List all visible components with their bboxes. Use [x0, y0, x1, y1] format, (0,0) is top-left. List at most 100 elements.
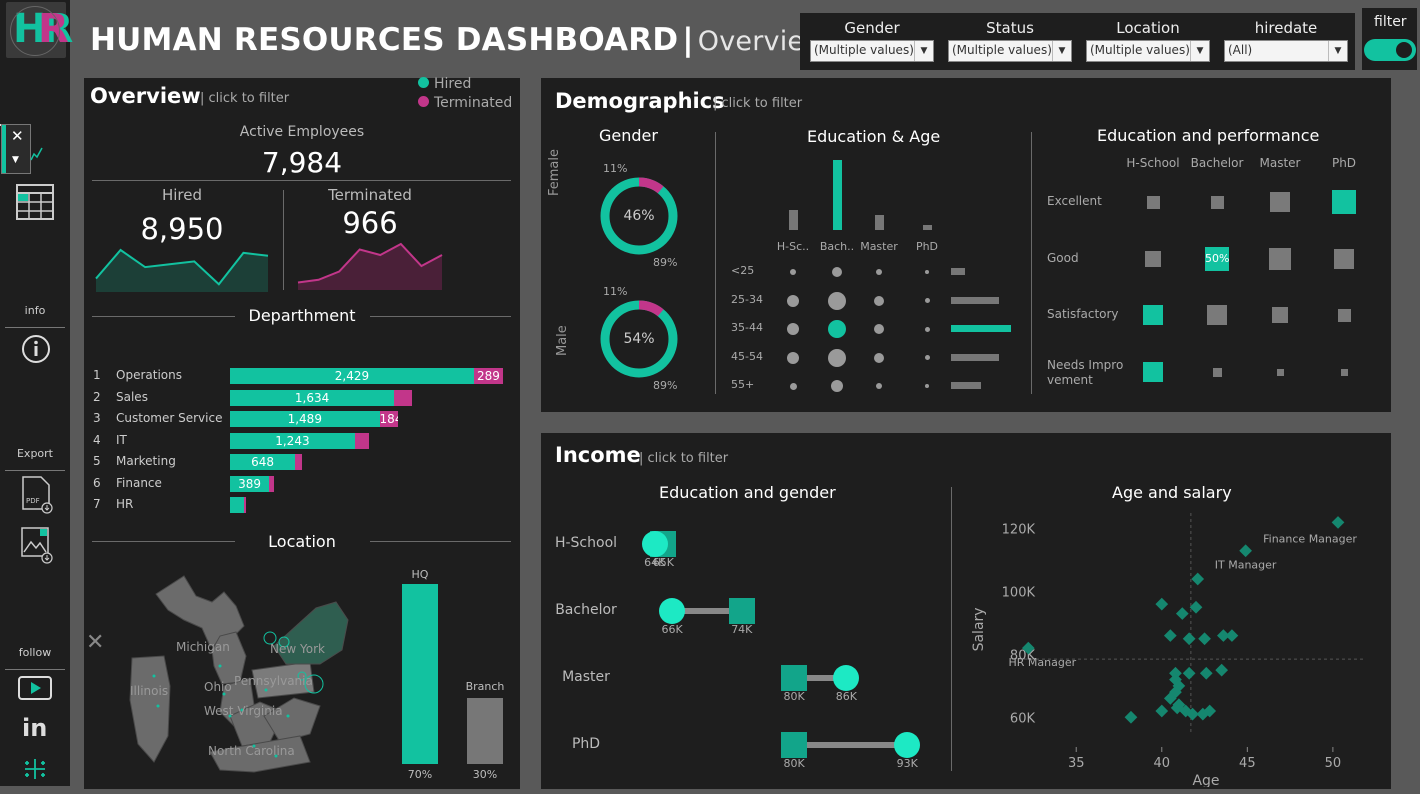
female-circle-marker[interactable] — [659, 598, 686, 624]
dept-hired-bar[interactable]: 1,489 — [230, 411, 380, 427]
perf-cell[interactable] — [1340, 368, 1348, 376]
male-square-marker[interactable] — [781, 665, 808, 691]
edu-age-dot[interactable] — [831, 380, 843, 392]
scatter-point[interactable] — [1189, 600, 1203, 614]
perf-cell[interactable]: 50% — [1205, 247, 1229, 271]
terminated-value[interactable]: 966 — [280, 206, 460, 240]
dept-hired-bar[interactable] — [230, 497, 245, 513]
scatter-point[interactable] — [1175, 607, 1189, 620]
chevron-down-icon[interactable]: ▼ — [914, 41, 933, 61]
dept-hired-bar[interactable]: 2,429 — [230, 368, 474, 384]
age-salary-scatter[interactable]: 35 40 45 50120K100K80K60KAgeSalaryFinance M… — [955, 503, 1385, 787]
age-bar[interactable] — [951, 382, 981, 389]
perf-cell[interactable] — [1332, 190, 1356, 214]
dept-hired-bar[interactable]: 648 — [230, 454, 296, 470]
edu-age-dot[interactable] — [790, 269, 796, 275]
edu-age-dot[interactable] — [924, 355, 930, 360]
dept-terminated-bar[interactable] — [269, 475, 275, 492]
youtube-icon[interactable] — [18, 676, 52, 700]
scatter-point[interactable] — [1124, 710, 1138, 724]
scatter-point[interactable] — [1215, 663, 1229, 677]
edu-bar[interactable] — [923, 225, 932, 230]
close-icon[interactable]: ✕ — [11, 127, 24, 145]
edu-age-dot[interactable] — [787, 323, 799, 335]
perf-cell[interactable] — [1269, 248, 1291, 270]
age-bar[interactable] — [951, 268, 966, 275]
edu-age-dot[interactable] — [924, 298, 930, 303]
map-close-icon[interactable]: ✕ — [86, 630, 104, 655]
perf-cell[interactable] — [1270, 192, 1290, 212]
perf-cell[interactable] — [1212, 367, 1222, 377]
edu-age-chart[interactable]: H-Sc.. Bach.. Master PhD <25 25-34 35-44 45-54 5… — [721, 148, 1021, 398]
perf-cell[interactable] — [1337, 308, 1351, 322]
pdf-export-icon[interactable]: PDF — [20, 476, 54, 514]
scatter-point[interactable] — [1199, 666, 1213, 680]
dept-terminated-bar[interactable] — [354, 432, 369, 449]
female-circle-marker[interactable] — [641, 531, 668, 557]
mini-chart-icon[interactable] — [30, 144, 44, 162]
scatter-point[interactable] — [1331, 516, 1345, 529]
edu-age-dot[interactable] — [787, 351, 799, 364]
chevron-down-icon[interactable]: ▼ — [12, 155, 19, 165]
edu-age-dot[interactable] — [924, 326, 930, 332]
linkedin-icon[interactable]: in — [22, 714, 47, 742]
legend-hired[interactable]: Hired — [418, 76, 512, 92]
scatter-point[interactable] — [1182, 666, 1196, 680]
hq-bar[interactable] — [402, 584, 438, 764]
dept-terminated-bar[interactable] — [295, 454, 303, 470]
chevron-down-icon[interactable]: ▼ — [1190, 41, 1209, 61]
hiredate-filter-select[interactable]: (All) ▼ — [1224, 40, 1348, 62]
image-export-icon[interactable] — [20, 526, 54, 564]
dept-terminated-bar[interactable]: 289 — [473, 368, 503, 384]
edu-gender-chart[interactable]: H-School 65K 64K Bachelor 74K 66K Master 80K 86K… — [541, 509, 951, 781]
chevron-down-icon[interactable]: ▼ — [1328, 41, 1347, 61]
edu-age-dot[interactable] — [832, 267, 842, 277]
edu-bar[interactable] — [789, 210, 798, 230]
scatter-point[interactable] — [1155, 597, 1169, 611]
perf-cell[interactable] — [1145, 251, 1161, 267]
edu-bar[interactable] — [875, 215, 884, 230]
calendar-icon[interactable] — [16, 184, 54, 220]
scatter-point[interactable] — [1239, 544, 1252, 558]
perf-cell[interactable] — [1276, 368, 1284, 376]
branch-bar[interactable] — [467, 697, 503, 764]
age-bar[interactable] — [951, 353, 999, 361]
scatter-point[interactable] — [1191, 572, 1205, 586]
edu-perf-matrix[interactable]: H-School Bachelor Master PhD Excellent Good 50… — [1037, 154, 1377, 394]
perf-cell[interactable] — [1143, 362, 1163, 382]
edu-age-dot[interactable] — [874, 295, 884, 306]
status-filter-select[interactable]: (Multiple values) ▼ — [948, 40, 1072, 62]
age-bar[interactable] — [951, 325, 1011, 332]
perf-cell[interactable] — [1210, 195, 1224, 209]
dept-hired-bar[interactable]: 1,243 — [230, 432, 355, 449]
female-circle-marker[interactable] — [833, 665, 860, 691]
hired-sparkline[interactable] — [94, 246, 270, 292]
perf-cell[interactable] — [1143, 305, 1163, 325]
dept-hired-bar[interactable]: 1,634 — [230, 389, 395, 406]
dept-terminated-bar[interactable] — [244, 497, 247, 513]
location-filter-select[interactable]: (Multiple values) ▼ — [1086, 40, 1210, 62]
edu-age-dot[interactable] — [925, 384, 929, 388]
hired-value[interactable]: 8,950 — [92, 212, 272, 246]
perf-cell[interactable] — [1334, 249, 1354, 269]
female-circle-marker[interactable] — [894, 732, 921, 758]
male-square-marker[interactable] — [781, 732, 808, 758]
scatter-point[interactable] — [1182, 632, 1196, 646]
scatter-point[interactable] — [1198, 632, 1211, 646]
edu-age-dot[interactable] — [828, 320, 846, 338]
chevron-down-icon[interactable]: ▼ — [1052, 41, 1071, 61]
edu-age-dot[interactable] — [787, 294, 799, 307]
perf-cell[interactable] — [1146, 195, 1160, 209]
edu-age-dot[interactable] — [925, 270, 929, 274]
dept-terminated-bar[interactable]: 184 — [379, 411, 399, 427]
active-employees-value[interactable]: 7,984 — [84, 146, 520, 179]
toggle-knob[interactable] — [1396, 42, 1412, 58]
legend-terminated[interactable]: Terminated — [418, 95, 512, 111]
edu-age-dot[interactable] — [874, 324, 884, 334]
edu-age-dot[interactable] — [828, 348, 846, 367]
edu-age-dot[interactable] — [876, 383, 882, 389]
dept-hired-bar[interactable]: 389 — [230, 475, 270, 492]
filter-toggle-switch[interactable] — [1364, 39, 1416, 61]
male-square-marker[interactable] — [728, 598, 755, 624]
info-icon[interactable] — [21, 334, 51, 364]
